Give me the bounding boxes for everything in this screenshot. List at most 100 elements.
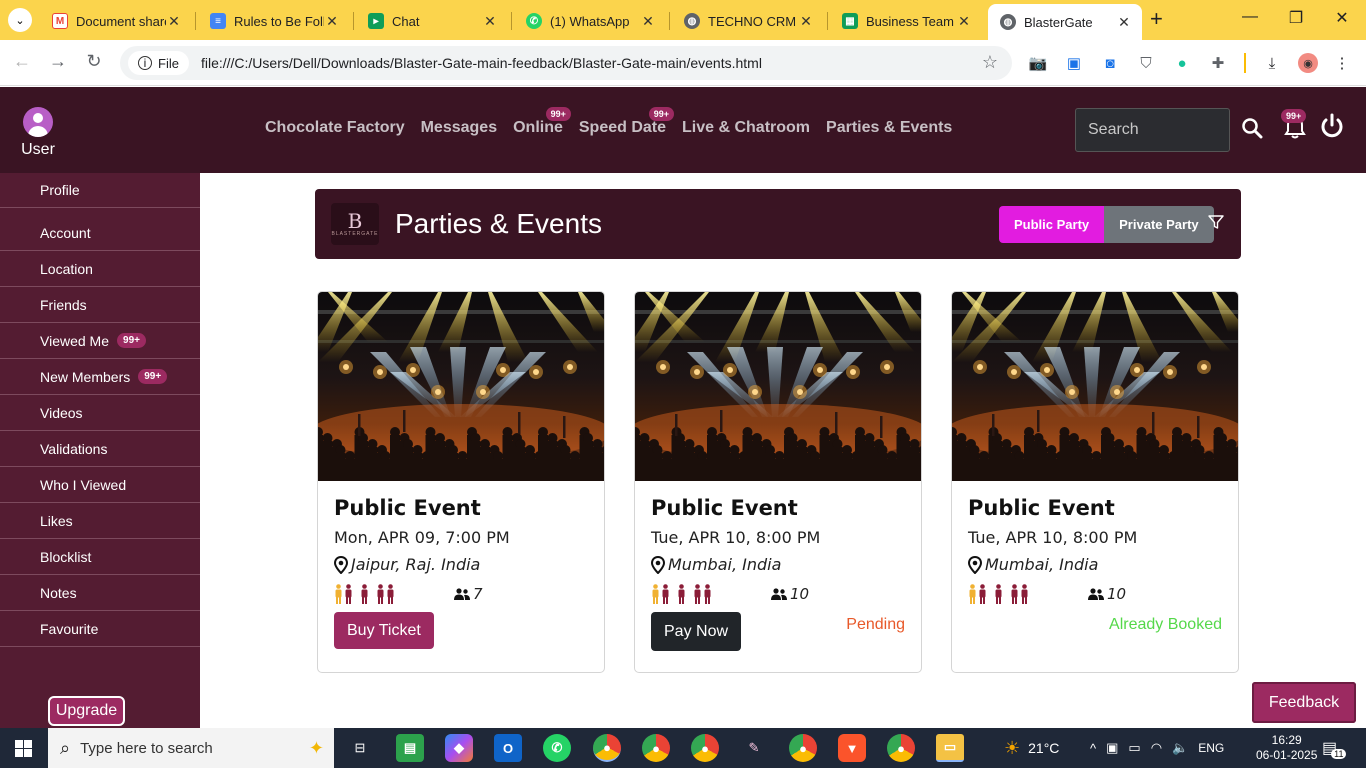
close-icon[interactable]: ✕ xyxy=(482,13,498,30)
pay-now-button[interactable]: Pay Now xyxy=(651,612,742,651)
close-icon[interactable]: ✕ xyxy=(1116,14,1132,31)
reload-icon[interactable]: ↻ xyxy=(82,51,106,72)
sidebar-item-new-members[interactable]: New Members 99+ xyxy=(0,359,200,395)
chrome-profile-4-icon[interactable]: ● xyxy=(789,734,817,762)
sidebar-item-notes[interactable]: Notes xyxy=(0,575,200,611)
sidebar-item-favourite[interactable]: Favourite xyxy=(0,611,200,647)
battery-icon[interactable]: ▭ xyxy=(1128,740,1140,756)
close-icon[interactable]: ✕ xyxy=(640,13,656,30)
clock[interactable]: 16:29 06-01-2025 xyxy=(1256,728,1317,768)
sidebar-item-label: Friends xyxy=(40,296,87,313)
person-group-icon xyxy=(994,584,1003,604)
feedback-button[interactable]: Feedback xyxy=(1252,682,1356,723)
sidebar-item-viewed-me[interactable]: Viewed Me 99+ xyxy=(0,323,200,359)
nav-messages[interactable]: Messages xyxy=(421,119,498,137)
extension-video-icon[interactable]: ◙ xyxy=(1100,53,1120,73)
browser-tab-3[interactable]: ✆ (1) WhatsApp ✕ xyxy=(514,6,666,36)
browser-tab-active[interactable]: ◍ BlasterGate ✕ xyxy=(988,4,1142,40)
sidebar-item-blocklist[interactable]: Blocklist xyxy=(0,539,200,575)
sidebar-item-profile[interactable]: Profile xyxy=(0,173,200,208)
close-icon[interactable]: ✕ xyxy=(166,13,182,30)
public-party-button[interactable]: Public Party xyxy=(999,206,1105,243)
close-icon[interactable]: ✕ xyxy=(956,13,972,30)
copilot-icon[interactable]: ◆ xyxy=(445,734,473,762)
wifi-icon[interactable]: ◠ xyxy=(1151,740,1162,756)
nav-online[interactable]: Online 99+ xyxy=(513,107,571,137)
person-group-icon xyxy=(360,584,369,604)
close-icon[interactable]: ✕ xyxy=(324,13,340,30)
paint-icon[interactable]: ✎ xyxy=(740,734,768,762)
grammarly-icon[interactable]: ● xyxy=(1172,53,1192,73)
private-party-button[interactable]: Private Party xyxy=(1104,206,1214,243)
new-tab-button[interactable]: + xyxy=(1150,6,1163,32)
power-icon[interactable] xyxy=(1320,113,1344,139)
nav-parties-events[interactable]: Parties & Events xyxy=(826,119,952,137)
windows-start-icon[interactable] xyxy=(15,740,32,757)
site-info-chip[interactable]: i File xyxy=(128,51,189,75)
taskbar-search-input[interactable]: ⌕ Type here to search ✦ xyxy=(48,728,334,768)
task-view-icon[interactable]: ⊟ xyxy=(346,734,374,762)
chevron-up-icon[interactable]: ^ xyxy=(1090,741,1096,756)
sidebar-item-account[interactable]: Account xyxy=(0,215,200,251)
event-image xyxy=(952,292,1238,481)
weather-widget[interactable]: ☀ 21°C xyxy=(1004,728,1059,768)
camera-icon[interactable]: 📷 xyxy=(1028,53,1048,73)
back-arrow-icon[interactable]: ← xyxy=(10,51,34,72)
upgrade-button[interactable]: Upgrade xyxy=(48,696,125,726)
browser-tab-4[interactable]: ◍ TECHNO CRM ✕ xyxy=(672,6,824,36)
outlook-icon[interactable]: O xyxy=(494,734,522,762)
restore-icon[interactable]: ❐ xyxy=(1284,8,1308,28)
info-icon: i xyxy=(138,56,152,70)
chat-app-icon[interactable]: ▤ xyxy=(396,734,424,762)
sidebar-item-videos[interactable]: Videos xyxy=(0,395,200,431)
nav-live-chatroom[interactable]: Live & Chatroom xyxy=(682,119,810,137)
sidebar-item-location[interactable]: Location xyxy=(0,251,200,287)
sidebar-item-friends[interactable]: Friends xyxy=(0,287,200,323)
address-bar[interactable]: i File file:///C:/Users/Dell/Downloads/B… xyxy=(120,46,1012,80)
url-text[interactable]: file:///C:/Users/Dell/Downloads/Blaster-… xyxy=(201,55,762,71)
extensions-puzzle-icon[interactable]: ✚ xyxy=(1208,53,1228,73)
search-icon[interactable] xyxy=(1241,117,1263,139)
sidebar-item-label: Profile xyxy=(40,182,80,198)
nav-label: Parties & Events xyxy=(826,119,953,136)
brave-icon[interactable]: ▼ xyxy=(838,734,866,762)
sidebar-item-who-i-viewed[interactable]: Who I Viewed xyxy=(0,467,200,503)
sidebar-item-validations[interactable]: Validations xyxy=(0,431,200,467)
extension-calendar-icon[interactable]: ▣ xyxy=(1064,53,1084,73)
shield-icon[interactable]: ⛉ xyxy=(1136,53,1156,73)
event-title: Public Event xyxy=(334,496,481,520)
browser-tab-5[interactable]: ▦ Business Team 2 ✕ xyxy=(830,6,982,36)
profile-avatar[interactable]: ◉ xyxy=(1298,53,1318,73)
notification-center[interactable]: ▤ 11 xyxy=(1322,728,1347,768)
close-icon[interactable]: ✕ xyxy=(798,13,814,30)
forward-arrow-icon[interactable]: → xyxy=(46,51,70,72)
search-input[interactable]: Search xyxy=(1075,108,1230,152)
meet-icon[interactable]: ▣ xyxy=(1106,740,1118,756)
globe-icon: ◍ xyxy=(684,13,700,29)
sidebar-item-likes[interactable]: Likes xyxy=(0,503,200,539)
chrome-profile-1-icon[interactable]: ● xyxy=(593,734,621,762)
user-menu[interactable]: User xyxy=(18,107,58,159)
browser-tab-1[interactable]: ≡ Rules to Be Follo ✕ xyxy=(198,6,350,36)
window-close-icon[interactable]: ✕ xyxy=(1330,8,1354,28)
tab-search-button[interactable]: ⌄ xyxy=(8,8,32,32)
filter-icon[interactable] xyxy=(1208,214,1224,230)
language-indicator[interactable]: ENG xyxy=(1198,741,1224,755)
chrome-profile-3-icon[interactable]: ● xyxy=(691,734,719,762)
kebab-menu-icon[interactable]: ⋮ xyxy=(1332,53,1352,73)
nav-chocolate-factory[interactable]: Chocolate Factory xyxy=(265,119,405,137)
bookmark-star-icon[interactable]: ☆ xyxy=(982,52,998,73)
chrome-profile-5-icon[interactable]: ● xyxy=(887,734,915,762)
minimize-icon[interactable]: — xyxy=(1238,8,1262,26)
browser-tab-0[interactable]: M Document share ✕ xyxy=(40,6,192,36)
whatsapp-icon[interactable]: ✆ xyxy=(543,734,571,762)
file-explorer-icon[interactable]: ▭ xyxy=(936,734,964,762)
buy-ticket-button[interactable]: Buy Ticket xyxy=(334,612,434,649)
browser-tab-2[interactable]: ▸ Chat ✕ xyxy=(356,6,508,36)
search-icon: ⌕ xyxy=(60,737,71,758)
volume-icon[interactable]: 🔈 xyxy=(1172,740,1188,756)
nav-speed-date[interactable]: Speed Date 99+ xyxy=(579,107,675,137)
download-icon[interactable]: ⤓ xyxy=(1262,53,1282,73)
chrome-profile-2-icon[interactable]: ● xyxy=(642,734,670,762)
brand-logo: B BLASTERGATE xyxy=(331,203,379,245)
